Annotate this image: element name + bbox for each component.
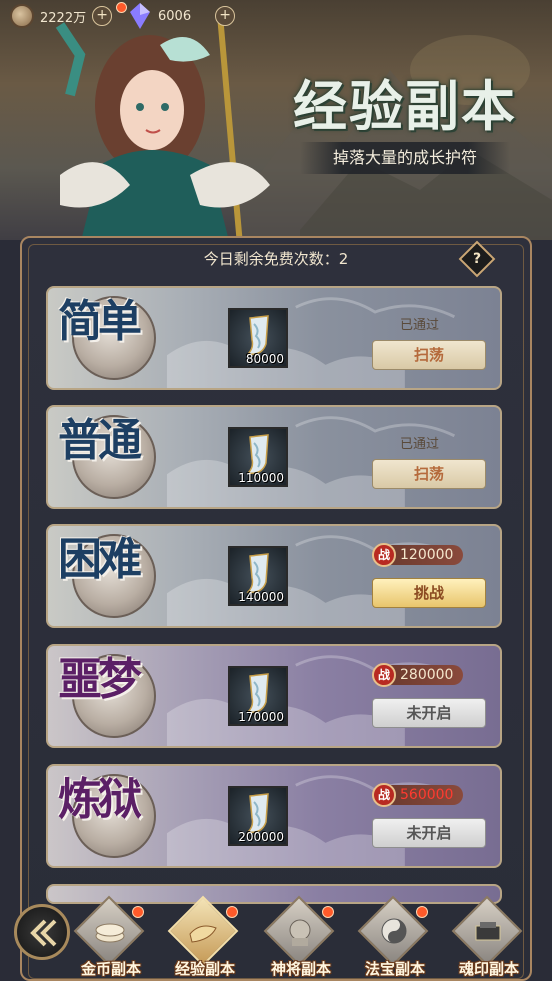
tab-label: 法宝副本	[364, 960, 425, 978]
reward-item[interactable]: 140000	[228, 546, 288, 606]
tab-label: 金币副本	[80, 960, 141, 978]
reward-amount: 110000	[238, 471, 284, 485]
required-power: 战 120000	[372, 542, 464, 568]
sweep-button[interactable]: 扫荡	[372, 459, 486, 489]
reward-amount: 80000	[245, 352, 284, 366]
scroll-icon	[189, 925, 217, 943]
tab-coins[interactable]: 金币副本	[72, 895, 150, 981]
coin-resource: 2222万 +	[10, 4, 113, 28]
level-card[interactable]: 炼狱 200000 战 560000 未开启	[46, 764, 502, 868]
required-power: 战 280000	[372, 662, 464, 688]
gem-resource: 6006 +	[130, 3, 236, 29]
level-card[interactable]: 普通 110000 已通过扫荡	[46, 405, 502, 509]
level-card[interactable]: 简单 80000 已通过扫荡	[46, 286, 502, 390]
back-button[interactable]	[14, 904, 70, 960]
tab-label: 神将副本	[270, 960, 331, 978]
power-badge-icon: 战	[372, 543, 396, 567]
locked-button[interactable]: 未开启	[372, 698, 486, 728]
coin-icon	[10, 4, 34, 28]
notification-dot	[132, 906, 144, 918]
difficulty-name: 困难	[58, 534, 142, 585]
coin-amount: 2222万	[40, 10, 87, 26]
soul-seal-icon	[475, 922, 501, 941]
reward-amount: 170000	[238, 710, 284, 724]
difficulty-name: 简单	[58, 296, 142, 347]
reward-amount: 200000	[238, 830, 284, 844]
tab-soul-seal[interactable]: 魂印副本	[450, 895, 528, 981]
yin-yang-icon	[381, 918, 407, 944]
tab-scroll[interactable]: 经验副本	[166, 895, 244, 981]
locked-button[interactable]: 未开启	[372, 818, 486, 848]
help-icon: ?	[472, 251, 482, 267]
page-title: 经验副本	[293, 74, 517, 138]
back-arrow-icon	[30, 919, 57, 947]
challenge-button[interactable]: 挑战	[372, 578, 486, 608]
tab-label: 魂印副本	[458, 960, 519, 978]
page-subtitle: 掉落大量的成长护符	[300, 142, 510, 174]
general-head-icon	[289, 919, 311, 946]
gem-amount: 6006	[158, 8, 192, 24]
reward-item[interactable]: 170000	[228, 666, 288, 726]
add-coins-button[interactable]: +	[92, 6, 113, 26]
tab-general-head[interactable]: 神将副本	[262, 895, 340, 981]
sweep-button[interactable]: 扫荡	[372, 340, 486, 370]
reward-item[interactable]: 80000	[228, 308, 288, 368]
notification-dot	[322, 906, 334, 918]
difficulty-name: 普通	[58, 415, 142, 466]
power-badge-icon: 战	[372, 783, 396, 807]
level-card[interactable]: 困难 140000 战 120000 挑战	[46, 524, 502, 628]
reward-item[interactable]: 110000	[228, 427, 288, 487]
notification-dot	[416, 906, 428, 918]
add-gems-button[interactable]: +	[215, 6, 236, 26]
power-value: 560000	[386, 785, 464, 805]
power-badge-icon: 战	[372, 663, 396, 687]
tab-label: 经验副本	[174, 960, 235, 978]
cleared-status: 已通过	[400, 318, 440, 333]
gem-icon	[130, 3, 150, 29]
hero-character-portrait	[55, 15, 270, 245]
coin-notification-dot	[116, 2, 127, 13]
reward-item[interactable]: 200000	[228, 786, 288, 846]
power-value: 120000	[386, 545, 464, 565]
level-card[interactable]: 噩梦 170000 战 280000 未开启	[46, 644, 502, 748]
required-power: 战 560000	[372, 782, 464, 808]
difficulty-name: 噩梦	[58, 654, 142, 705]
reward-amount: 140000	[238, 590, 284, 604]
difficulty-name: 炼狱	[58, 774, 142, 825]
free-attempts-label: 今日剩余免费次数：2	[203, 250, 349, 268]
notification-dot	[226, 906, 238, 918]
power-value: 280000	[386, 665, 464, 685]
coins-icon	[95, 923, 125, 943]
cleared-status: 已通过	[400, 437, 440, 452]
tab-yin-yang[interactable]: 法宝副本	[356, 895, 434, 981]
